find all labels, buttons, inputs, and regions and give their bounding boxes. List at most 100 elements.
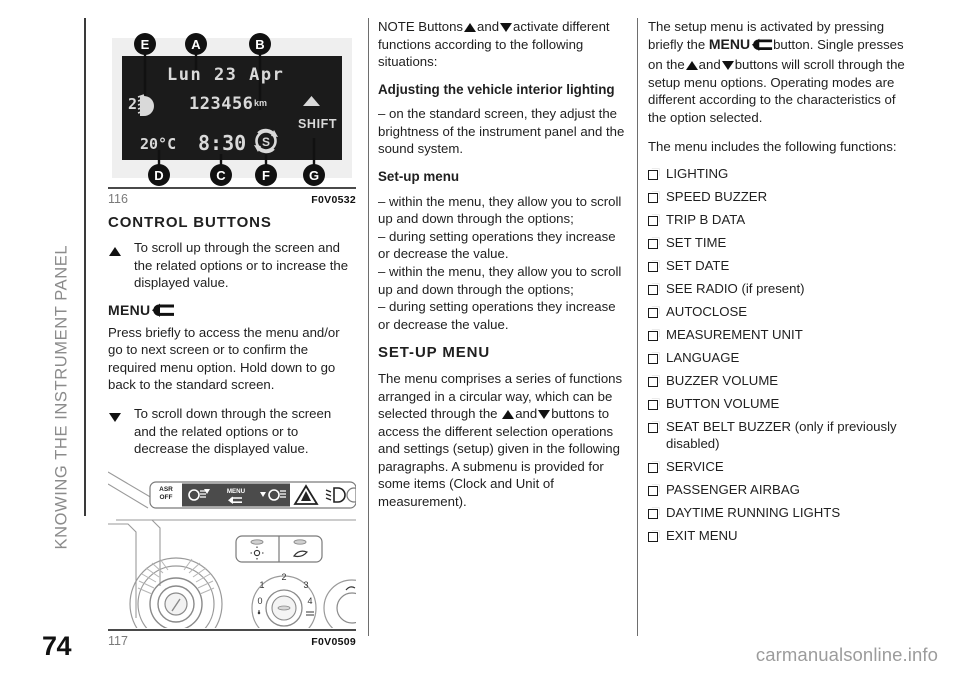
triangle-up-icon: [685, 61, 698, 71]
setup-menu-item[interactable]: LIGHTING: [648, 166, 910, 183]
setup-menu-item-label: TRIP B DATA: [666, 212, 746, 228]
setup-menu-item[interactable]: SET DATE: [648, 258, 910, 275]
column-divider-1: [368, 18, 369, 636]
lcd-shift-label: SHIFT: [298, 117, 337, 131]
setup-menu-item-label: AUTOCLOSE: [666, 304, 748, 320]
setup-menu-paragraph: The menu comprises a series of functions…: [378, 370, 626, 511]
setup-menu-item[interactable]: SEE RADIO (if present): [648, 281, 910, 298]
square-bullet-icon: [648, 462, 658, 473]
svg-text:C: C: [216, 168, 226, 183]
callout-E: E: [134, 33, 156, 55]
figure-caption-116: 116 F0V0532: [108, 187, 356, 210]
triangle-up-icon: [502, 410, 515, 420]
setup-menu-item[interactable]: SEAT BELT BUZZER (only if previously dis…: [648, 419, 910, 452]
triangle-down-icon: [500, 23, 513, 32]
setup-menu-item[interactable]: BUTTON VOLUME: [648, 396, 910, 413]
setup-menu-item-label: SET DATE: [666, 258, 730, 274]
note-mid: and: [477, 19, 500, 34]
figure-dashboard-controls: ASR OFF MENU 0 1 2 3 4 117 F0V0509: [108, 467, 356, 652]
setup-line-2: – within the menu, they allow you to scr…: [378, 263, 622, 297]
figure-number: 117: [108, 633, 128, 648]
square-bullet-icon: [648, 331, 658, 342]
square-bullet-icon: [648, 216, 658, 227]
setup-menu-item[interactable]: PASSENGER AIRBAG: [648, 482, 910, 499]
square-bullet-icon: [648, 308, 658, 319]
svg-text:MENU: MENU: [227, 488, 246, 495]
lcd-clock: 8:30: [198, 131, 246, 155]
setup-menu-item-label: SEE RADIO (if present): [666, 281, 805, 297]
svg-text:ASR: ASR: [159, 486, 173, 493]
button-instrument-light: [182, 483, 218, 507]
setup-menu-item[interactable]: DAYTIME RUNNING LIGHTS: [648, 505, 910, 522]
triangle-down-icon: [721, 61, 734, 71]
control-scroll-up-text: To scroll up through the screen and the …: [134, 240, 349, 291]
control-scroll-down: To scroll down through the screen and th…: [108, 405, 356, 458]
heading-control-buttons: CONTROL BUTTONS: [108, 213, 272, 231]
lcd-date: Lun 23 Apr: [167, 65, 284, 85]
rocker-switches: [235, 535, 323, 563]
page-number: 74: [42, 631, 72, 661]
svg-text:3: 3: [303, 580, 308, 590]
callout-G: G: [303, 164, 325, 186]
lcd-lighting-level: 2: [128, 95, 137, 113]
controls-illustration: ASR OFF MENU 0 1 2 3 4: [108, 467, 356, 628]
figure-caption-117: 117 F0V0509: [108, 628, 356, 652]
setup-menu-item[interactable]: EXIT MENU: [648, 528, 910, 545]
square-bullet-icon: [648, 354, 658, 365]
intro-text-5: The menu includes the following function…: [648, 138, 897, 154]
column-divider-2: [637, 18, 638, 636]
svg-text:D: D: [154, 168, 163, 183]
setup-menu-item-label: EXIT MENU: [666, 527, 738, 543]
setup-menu-item[interactable]: AUTOCLOSE: [648, 304, 910, 321]
square-bullet-icon: [648, 377, 658, 388]
menu-label: MENU: [708, 35, 751, 52]
control-scroll-down-text: To scroll down through the screen and th…: [134, 405, 332, 457]
sidebar-rule: [84, 18, 86, 516]
figure-code: F0V0509: [311, 635, 356, 648]
callout-B: B: [249, 33, 271, 55]
svg-text:0: 0: [257, 596, 262, 606]
svg-text:S: S: [262, 135, 270, 149]
svg-text:F: F: [262, 168, 270, 183]
control-menu-text: Press briefly to access the menu and/or …: [108, 324, 340, 393]
square-bullet-icon: [648, 285, 658, 296]
setup-menu-text-3: buttons to access the different selectio…: [378, 406, 620, 510]
figure-code: F0V0532: [311, 194, 356, 206]
menu-return-arrow-icon: [151, 303, 175, 323]
setup-menu-item[interactable]: MEASUREMENT UNIT: [648, 327, 910, 344]
square-bullet-icon: [648, 531, 658, 542]
triangle-down-icon: [108, 405, 134, 458]
square-bullet-icon: [648, 170, 658, 181]
setup-menu-item-label: BUTTON VOLUME: [666, 396, 780, 412]
middle-column: NOTE Buttons and activate different functi…: [378, 18, 626, 522]
menu-return-arrow-icon: [751, 38, 773, 57]
svg-text:OFF: OFF: [160, 494, 173, 501]
setup-menu-item-label: SEAT BELT BUZZER (only if previously dis…: [666, 419, 897, 451]
square-bullet-icon: [648, 400, 658, 411]
watermark: carmanualsonline.info: [755, 644, 938, 665]
setup-menu-item[interactable]: BUZZER VOLUME: [648, 373, 910, 390]
intro-text-3: and: [698, 57, 721, 73]
triangle-up-icon: [108, 239, 134, 292]
setup-line-3: – during setting operations they increas…: [378, 299, 616, 332]
setup-menu-item[interactable]: LANGUAGE: [648, 350, 910, 367]
setup-menu-item[interactable]: SET TIME: [648, 235, 910, 252]
callout-F: F: [255, 164, 277, 186]
lcd-temperature: 20°C: [140, 135, 176, 153]
note-prefix: NOTE Buttons: [378, 19, 464, 34]
setup-menu-item[interactable]: SERVICE: [648, 459, 910, 476]
figure-number: 116: [108, 192, 128, 206]
setup-menu-item[interactable]: TRIP B DATA: [648, 212, 910, 229]
svg-text:4: 4: [307, 596, 312, 606]
callout-C: C: [210, 164, 232, 186]
setup-menu-list: LIGHTING SPEED BUZZER TRIP B DATA SET TIME S…: [648, 166, 910, 544]
callout-A: A: [185, 33, 207, 55]
triangle-up-icon: [464, 23, 477, 32]
square-bullet-icon: [648, 508, 658, 519]
setup-menu-item-label: DAYTIME RUNNING LIGHTS: [666, 504, 841, 520]
setup-menu-item[interactable]: SPEED BUZZER: [648, 189, 910, 206]
svg-text:1: 1: [259, 580, 264, 590]
button-high-beam: [254, 483, 290, 507]
setup-menu-item-label: LIGHTING: [666, 166, 729, 182]
setup-menu-item-label: LANGUAGE: [666, 350, 740, 366]
